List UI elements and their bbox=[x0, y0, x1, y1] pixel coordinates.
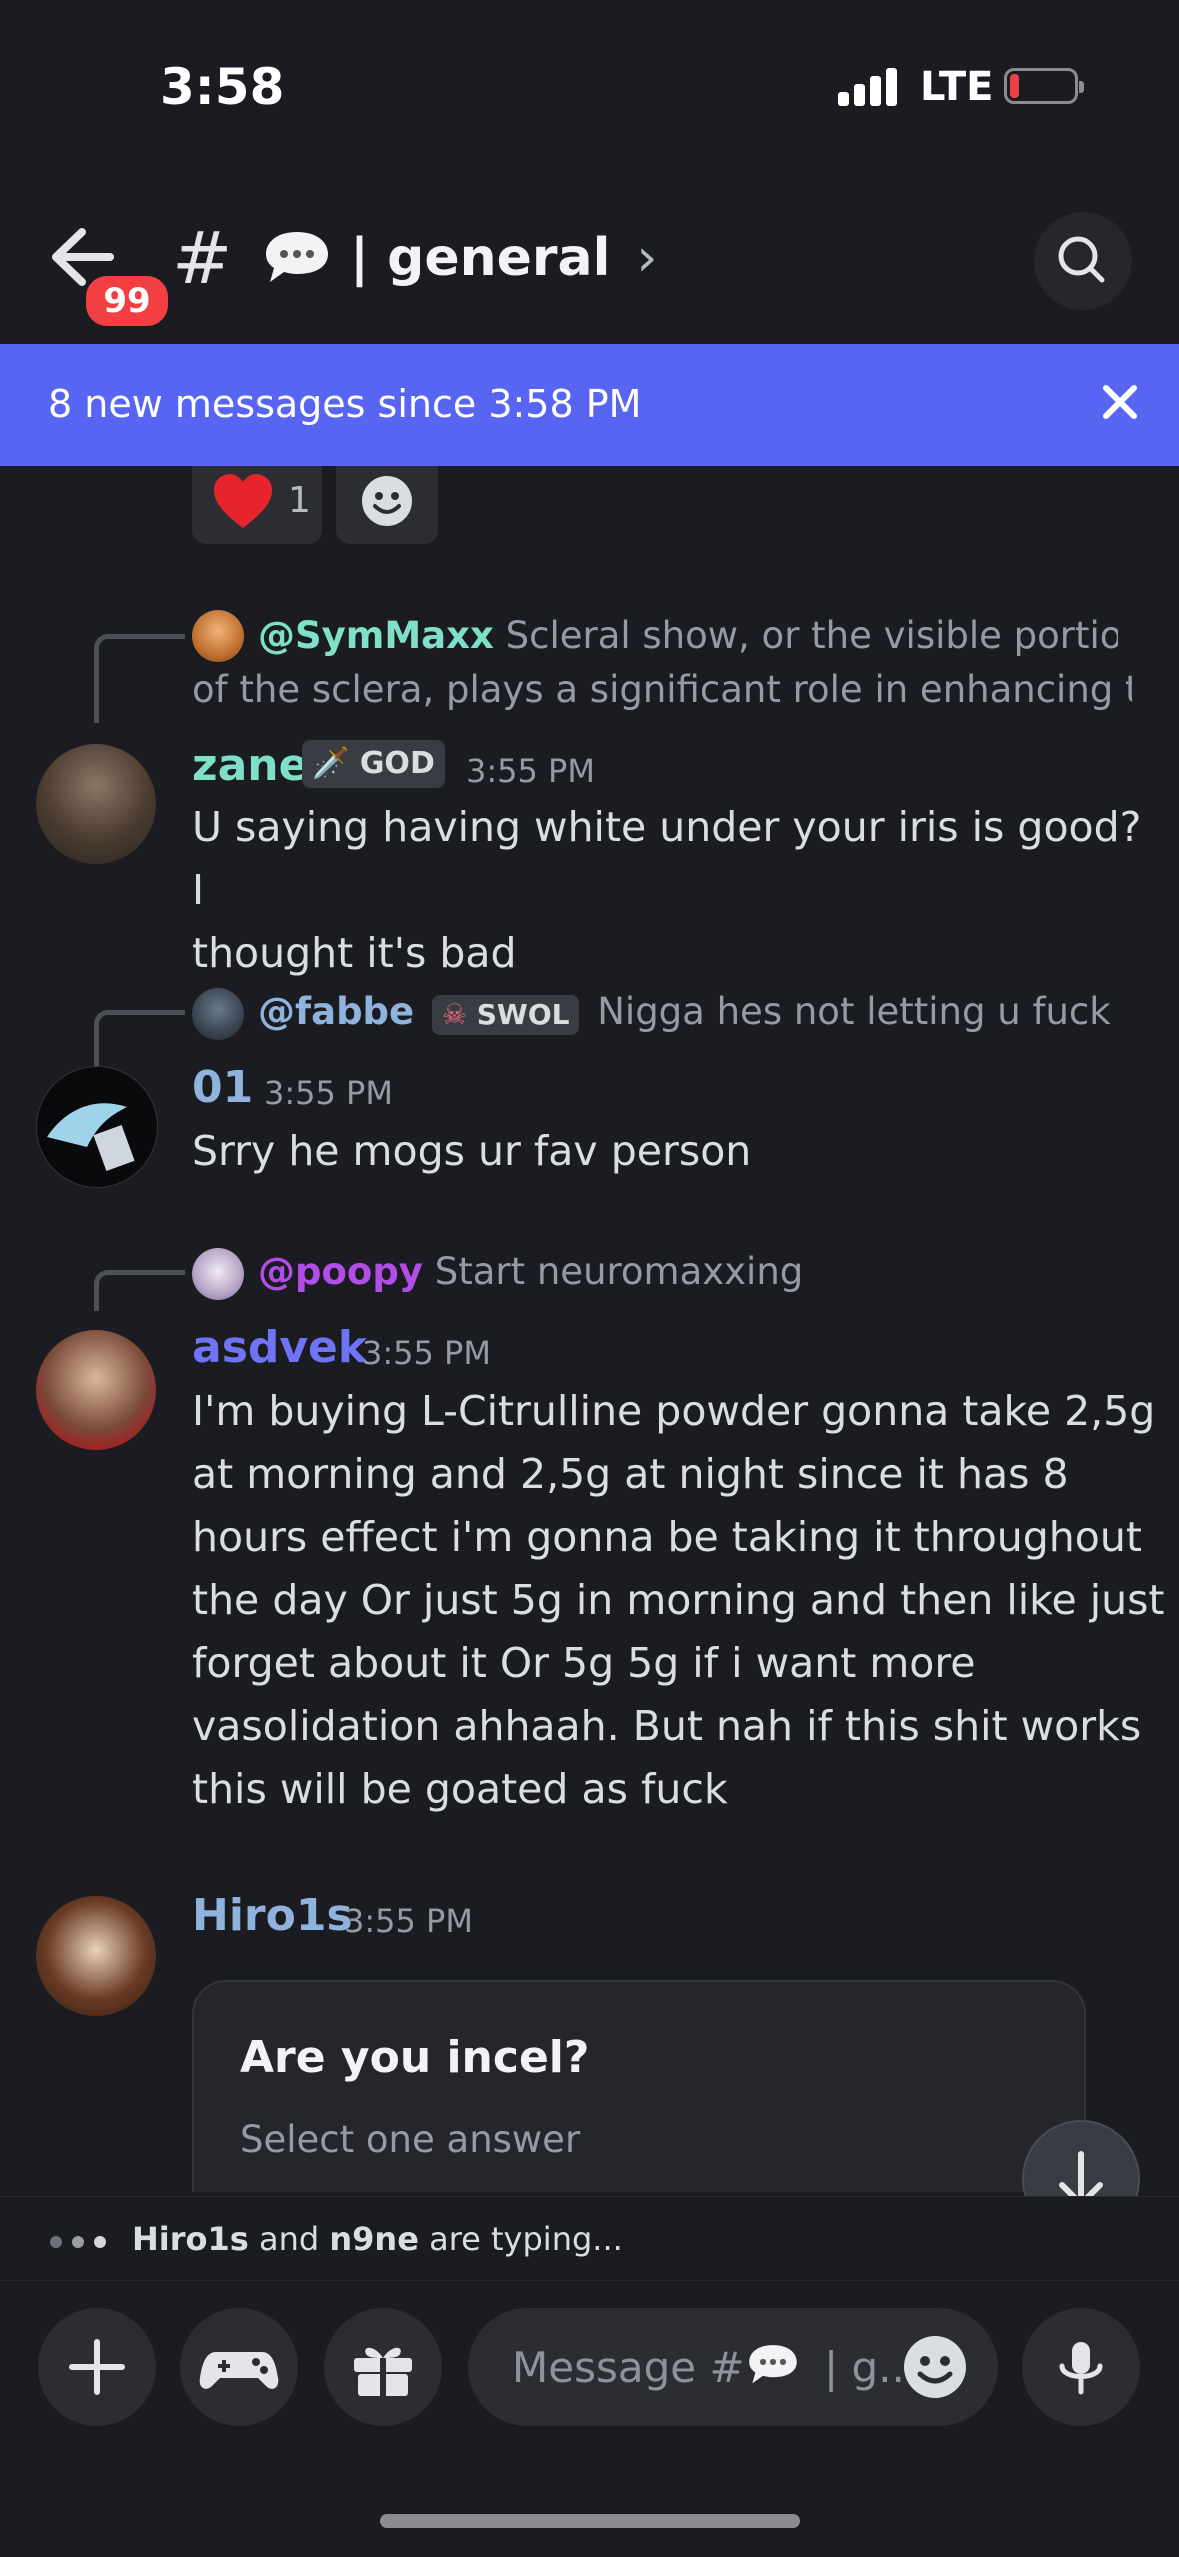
reply-text: Nigga hes not letting u fuck bbox=[597, 990, 1111, 1033]
timestamp: 3:55 PM bbox=[466, 752, 595, 790]
chevron-right-icon: › bbox=[636, 228, 658, 288]
typing-and: and bbox=[248, 2220, 330, 2258]
role-tag: 🗡️ GOD bbox=[302, 740, 445, 788]
reply-author: @fabbe bbox=[258, 990, 415, 1033]
reply-text-line2: of the sclera, plays a significant role … bbox=[192, 668, 1132, 711]
avatar-hiro1s[interactable] bbox=[36, 1896, 156, 2016]
heart-icon bbox=[210, 470, 276, 538]
microphone-icon bbox=[1059, 2342, 1103, 2395]
reply-connector bbox=[94, 1270, 185, 1311]
emoji-icon bbox=[904, 2336, 966, 2398]
role-tag-label: GOD bbox=[359, 746, 435, 781]
timestamp: 3:55 PM bbox=[362, 1334, 491, 1372]
gift-icon bbox=[354, 2347, 412, 2396]
avatar-01[interactable] bbox=[36, 1066, 158, 1188]
message-line: vasolidation ahhaah. But nah if this shi… bbox=[192, 1702, 1142, 1750]
channel-title[interactable]: | general › bbox=[350, 226, 657, 290]
reply-avatar-poopy bbox=[192, 1248, 244, 1300]
battery-icon bbox=[1004, 68, 1084, 104]
typing-dot bbox=[94, 2236, 106, 2248]
voice-message-button[interactable] bbox=[1022, 2308, 1140, 2426]
unread-badge: 99 bbox=[82, 272, 172, 330]
reaction-count: 1 bbox=[288, 480, 311, 521]
username-hiro1s[interactable]: Hiro1s bbox=[192, 1890, 353, 1941]
search-button[interactable] bbox=[1034, 212, 1132, 310]
message-text: U saying having white under your iris is… bbox=[192, 796, 1152, 985]
reply-text: Start neuromaxxing bbox=[434, 1250, 804, 1293]
message-line: Srry he mogs ur fav person bbox=[192, 1127, 752, 1175]
network-label: LTE bbox=[920, 64, 994, 110]
typing-user: Hiro1s bbox=[132, 2220, 249, 2258]
timestamp: 3:55 PM bbox=[344, 1902, 473, 1940]
speech-bubble-icon bbox=[745, 2342, 801, 2386]
role-tag: ☠ SWOL bbox=[431, 995, 580, 1035]
close-banner-button[interactable] bbox=[1098, 380, 1142, 424]
reply-preview[interactable]: @poopy Start neuromaxxing bbox=[258, 1250, 1138, 1293]
signal-icon bbox=[838, 66, 898, 106]
username-zane[interactable]: zane bbox=[192, 740, 308, 791]
timestamp: 3:55 PM bbox=[264, 1074, 393, 1112]
typing-dot bbox=[72, 2236, 84, 2248]
emoji-button[interactable] bbox=[902, 2334, 968, 2404]
gift-button[interactable] bbox=[324, 2308, 442, 2426]
reply-connector bbox=[94, 634, 185, 723]
message-line: I'm buying L-Citrulline powder gonna tak… bbox=[192, 1387, 1156, 1435]
avatar-asdvek[interactable] bbox=[36, 1330, 156, 1450]
search-icon bbox=[1058, 236, 1105, 283]
message-text: Srry he mogs ur fav person bbox=[192, 1120, 1152, 1183]
reply-text-line1: Scleral show, or the visible portion bbox=[505, 614, 1118, 657]
speech-bubble-icon bbox=[262, 228, 332, 284]
username-asdvek[interactable]: asdvek bbox=[192, 1322, 367, 1373]
add-attachment-button[interactable] bbox=[38, 2308, 156, 2426]
reply-author: @SymMaxx bbox=[258, 614, 494, 657]
message-line: at morning and 2,5g at night since it ha… bbox=[192, 1450, 1069, 1498]
message-text: I'm buying L-Citrulline powder gonna tak… bbox=[192, 1380, 1172, 1821]
sword-icon: 🗡️ bbox=[312, 746, 350, 781]
gamepad-icon bbox=[199, 2352, 279, 2389]
placeholder-tail: | g.. bbox=[823, 2343, 905, 2392]
typing-dot bbox=[50, 2236, 62, 2248]
activities-button[interactable] bbox=[180, 2308, 298, 2426]
status-time: 3:58 bbox=[160, 58, 285, 116]
reply-preview[interactable]: @fabbe ☠ SWOL Nigga hes not letting u fu… bbox=[258, 990, 1138, 1035]
typing-text: Hiro1s and n9ne are typing... bbox=[132, 2220, 623, 2258]
home-indicator bbox=[380, 2514, 800, 2528]
message-line: this will be goated as fuck bbox=[192, 1765, 728, 1813]
poll-subtitle: Select one answer bbox=[240, 2118, 581, 2161]
channel-hash-icon: # bbox=[172, 216, 233, 300]
username-01[interactable]: 01 bbox=[192, 1062, 253, 1113]
typing-suffix: are typing... bbox=[418, 2220, 623, 2258]
message-line: U saying having white under your iris is… bbox=[192, 803, 1142, 914]
poll-question: Are you incel? bbox=[240, 2032, 590, 2083]
reply-avatar-symmaxx bbox=[192, 610, 244, 662]
message-line: forget about it Or 5g 5g if i want more bbox=[192, 1639, 976, 1687]
message-line: thought it's bad bbox=[192, 929, 517, 977]
role-tag-label: SWOL bbox=[476, 998, 570, 1031]
new-messages-text: 8 new messages since 3:58 PM bbox=[48, 382, 642, 426]
reply-preview[interactable]: @SymMaxx Scleral show, or the visible po… bbox=[258, 614, 1118, 657]
placeholder-text: Message # bbox=[512, 2343, 745, 2392]
message-placeholder: Message # | g.. bbox=[512, 2342, 905, 2392]
reply-avatar-fabbe bbox=[192, 988, 244, 1040]
skull-icon: ☠ bbox=[441, 998, 468, 1031]
typing-user: n9ne bbox=[329, 2220, 419, 2258]
channel-name: | general bbox=[350, 228, 611, 288]
avatar-zane[interactable] bbox=[36, 744, 156, 864]
message-line: hours effect i'm gonna be taking it thro… bbox=[192, 1513, 1142, 1561]
add-reaction-icon bbox=[360, 474, 414, 532]
reply-author: @poopy bbox=[258, 1250, 423, 1293]
plus-icon bbox=[69, 2339, 125, 2395]
message-line: the day Or just 5g in morning and then l… bbox=[192, 1576, 1165, 1624]
close-icon bbox=[1103, 385, 1137, 419]
